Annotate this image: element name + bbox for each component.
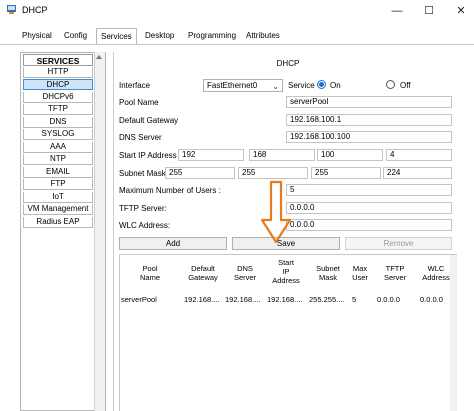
tab-services[interactable]: Services xyxy=(96,28,137,45)
table-cell: 0.0.0.0 xyxy=(377,295,400,304)
service-item-ftp[interactable]: FTP xyxy=(23,179,93,190)
close-button[interactable]: ✕ xyxy=(448,2,474,20)
tab-physical[interactable]: Physical xyxy=(18,28,56,44)
service-item-email[interactable]: EMAIL xyxy=(23,167,93,178)
start-ip-octet-2[interactable]: 168 xyxy=(249,149,315,161)
service-on-label: On xyxy=(330,81,341,90)
service-item-iot[interactable]: IoT xyxy=(23,192,93,203)
service-item-radius-eap[interactable]: Radius EAP xyxy=(23,217,93,228)
services-scrollbar[interactable] xyxy=(94,52,105,411)
interface-label: Interface xyxy=(119,81,151,90)
table-cell: 5 xyxy=(352,295,357,304)
gateway-input[interactable]: 192.168.100.1 xyxy=(286,114,452,126)
tab-attributes[interactable]: Attributes xyxy=(242,28,284,44)
service-item-dhcp[interactable]: DHCP xyxy=(23,79,93,90)
start-ip-octet-1[interactable]: 192 xyxy=(178,149,244,161)
router-icon xyxy=(7,5,16,14)
table-cell: serverPool xyxy=(121,295,157,304)
column-header[interactable]: Pool Name xyxy=(122,264,178,282)
section-title: DHCP xyxy=(276,59,300,68)
start-ip-octet-3[interactable]: 100 xyxy=(317,149,383,161)
column-header[interactable]: DNS Server xyxy=(225,264,265,282)
title-bar: DHCP — ☐ ✕ xyxy=(0,0,474,22)
column-header[interactable]: Default Gateway xyxy=(182,264,224,282)
wlc-label: WLC Address: xyxy=(119,221,171,230)
service-on-radio[interactable] xyxy=(317,80,326,89)
service-item-dhcpv6[interactable]: DHCPv6 xyxy=(23,92,93,103)
max-users-input[interactable]: 5 xyxy=(286,184,452,196)
interface-select[interactable]: FastEthernet0 ⌄ xyxy=(203,79,283,92)
column-header[interactable]: TFTP Server xyxy=(374,264,416,282)
minimize-button[interactable]: — xyxy=(384,2,410,20)
service-item-dns[interactable]: DNS xyxy=(23,117,93,128)
tftp-input[interactable]: 0.0.0.0 xyxy=(286,202,452,214)
column-header[interactable]: Start IP Address xyxy=(266,258,306,285)
service-label: Service xyxy=(288,81,315,90)
start-ip-label: Start IP Address : xyxy=(119,151,182,160)
interface-value: FastEthernet0 xyxy=(207,81,258,90)
tab-desktop[interactable]: Desktop xyxy=(141,28,178,44)
table-cell: 192.168.... xyxy=(267,295,303,304)
column-header[interactable]: Subnet Mask xyxy=(308,264,348,282)
subnet-octet-4[interactable]: 224 xyxy=(383,167,452,179)
table-cell: 192.168.... xyxy=(225,295,261,304)
service-item-ntp[interactable]: NTP xyxy=(23,154,93,165)
service-item-vm-management[interactable]: VM Management xyxy=(23,204,93,215)
gateway-label: Default Gateway xyxy=(119,116,179,125)
service-item-aaa[interactable]: AAA xyxy=(23,142,93,153)
services-header: SERVICES xyxy=(23,54,93,66)
scroll-up-icon[interactable] xyxy=(96,55,102,59)
max-users-label: Maximum Number of Users : xyxy=(119,186,221,195)
subnet-octet-1[interactable]: 255 xyxy=(165,167,235,179)
column-header[interactable]: Max User xyxy=(348,264,372,282)
subnet-octet-2[interactable]: 255 xyxy=(238,167,308,179)
maximize-button[interactable]: ☐ xyxy=(416,2,442,20)
remove-button[interactable]: Remove xyxy=(345,237,452,250)
tftp-label: TFTP Server: xyxy=(119,204,167,213)
annotation-arrow-icon xyxy=(260,180,292,244)
subnet-octet-3[interactable]: 255 xyxy=(311,167,381,179)
service-item-syslog[interactable]: SYSLOG xyxy=(23,129,93,140)
dns-label: DNS Server xyxy=(119,133,162,142)
column-header[interactable]: WLC Address xyxy=(418,264,454,282)
pool-name-label: Pool Name xyxy=(119,98,159,107)
service-off-label: Off xyxy=(400,81,411,90)
wlc-input[interactable]: 0.0.0.0 xyxy=(286,219,452,231)
subnet-label: Subnet Mask: xyxy=(119,169,168,178)
tab-config[interactable]: Config xyxy=(60,28,91,44)
service-off-radio[interactable] xyxy=(386,80,395,89)
table-cell: 255.255.... xyxy=(309,295,345,304)
dns-input[interactable]: 192.168.100.100 xyxy=(286,131,452,143)
service-item-http[interactable]: HTTP xyxy=(23,67,93,78)
chevron-down-icon: ⌄ xyxy=(272,82,279,91)
start-ip-octet-4[interactable]: 4 xyxy=(386,149,452,161)
tab-programming[interactable]: Programming xyxy=(184,28,240,44)
add-button[interactable]: Add xyxy=(119,237,227,250)
window-title: DHCP xyxy=(22,5,48,15)
table-cell: 192.168.... xyxy=(184,295,220,304)
pool-name-input[interactable]: serverPool xyxy=(286,96,452,108)
service-item-tftp[interactable]: TFTP xyxy=(23,104,93,115)
tab-divider xyxy=(0,44,474,45)
table-cell: 0.0.0.0 xyxy=(420,295,443,304)
